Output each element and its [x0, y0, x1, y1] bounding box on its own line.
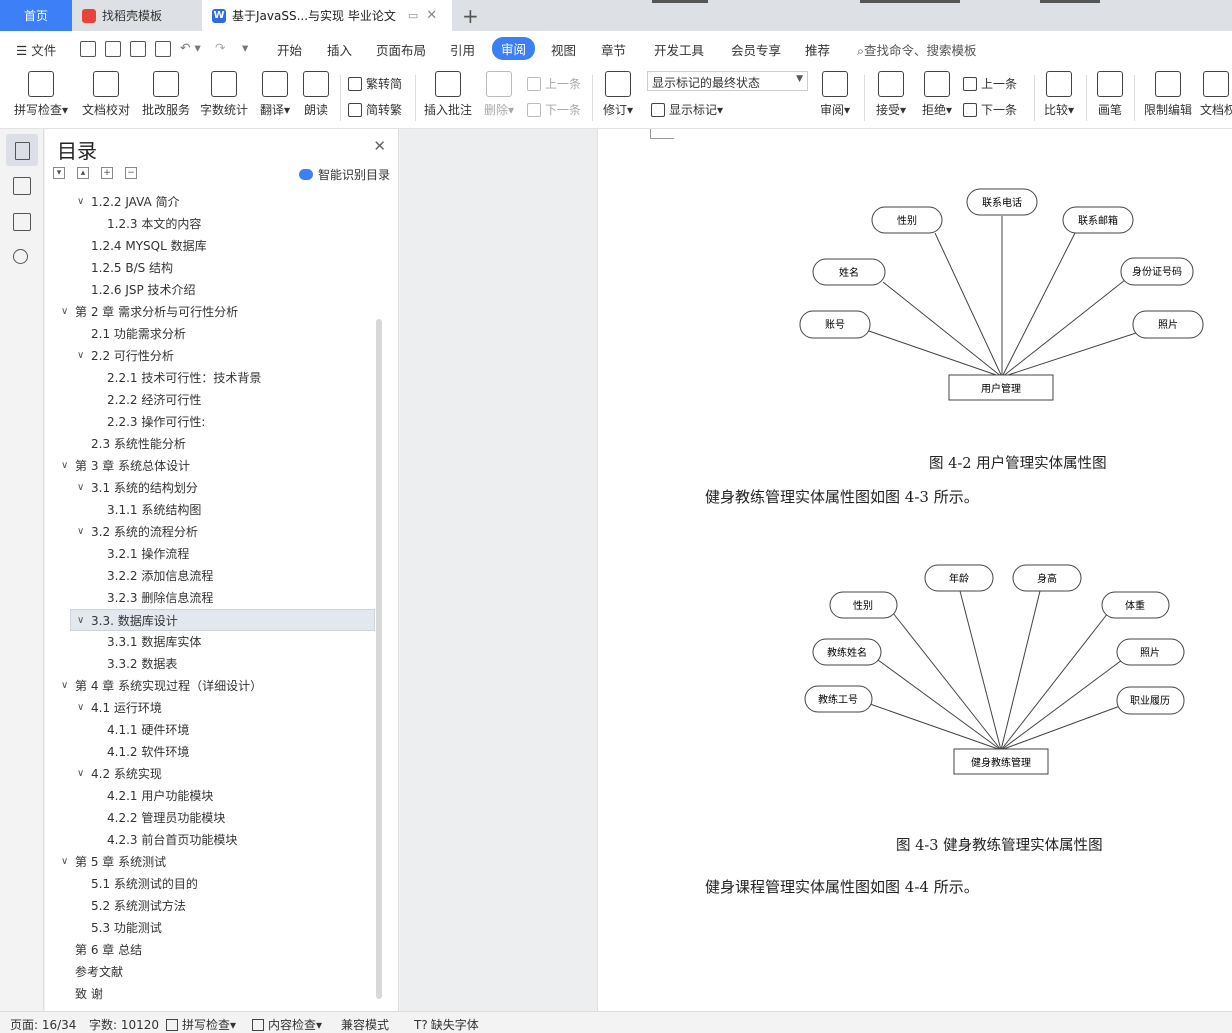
- body-paragraph: 健身教练管理实体属性图如图 4-3 所示。: [705, 488, 979, 506]
- er-attr: 性别: [871, 206, 943, 234]
- er-attr: 账号: [799, 310, 871, 339]
- status-bar: 页面: 16/34 字数: 10120 拼写检查 ▾ 内容检查 ▾ 兼容模式 T? 缺…: [0, 1011, 1232, 1033]
- missing-font[interactable]: T? 缺失字体: [414, 1016, 479, 1033]
- er-attr: 照片: [1132, 310, 1204, 339]
- er-attr-label: 身份证号码: [1132, 265, 1182, 278]
- er-attr-label: 体重: [1125, 599, 1145, 612]
- er-diagram-coach: 年龄 身高 性别 体重 教练姓名 照片 教练工号 职业履历 健身教练管理: [804, 564, 1185, 775]
- body-paragraph: 健身课程管理实体属性图如图 4-4 所示。: [705, 878, 979, 896]
- er-entity-label: 用户管理: [981, 382, 1021, 395]
- er-diagram-user: 联系电话 性别 联系邮箱 姓名 身份证号码 账号 照片 用户管理: [799, 188, 1204, 401]
- missing-font-label: 缺失字体: [430, 1018, 479, 1032]
- er-attr: 姓名: [812, 258, 886, 286]
- status-spellcheck-label: 拼写检查: [182, 1018, 231, 1032]
- spellcheck-icon: [166, 1018, 178, 1031]
- er-attr: 体重: [1101, 591, 1170, 619]
- er-attr: 照片: [1116, 638, 1185, 666]
- er-entity: 用户管理: [948, 374, 1054, 401]
- word-count[interactable]: 字数: 10120: [89, 1016, 159, 1033]
- page-indicator[interactable]: 页面: 16/34: [10, 1016, 76, 1033]
- er-attr: 教练姓名: [812, 638, 882, 666]
- er-attr: 年龄: [924, 564, 994, 592]
- er-attr-label: 账号: [825, 319, 845, 331]
- er-attr-label: 联系电话: [982, 196, 1022, 209]
- er-attr: 职业履历: [1116, 686, 1185, 715]
- er-attr-label: 性别: [853, 599, 873, 612]
- er-entity: 健身教练管理: [953, 748, 1049, 775]
- status-content-check[interactable]: 内容检查 ▾: [252, 1016, 322, 1033]
- font-icon: T?: [414, 1017, 428, 1032]
- er-attr-label: 年龄: [949, 572, 969, 585]
- er-attr: 身高: [1012, 564, 1082, 592]
- er-attr-label: 教练工号: [818, 693, 858, 706]
- er-attr-label: 照片: [1158, 318, 1178, 331]
- er-attr-label: 照片: [1140, 646, 1160, 659]
- er-attr-label: 姓名: [839, 266, 859, 279]
- er-attr-label: 教练姓名: [827, 646, 867, 659]
- status-spellcheck[interactable]: 拼写检查 ▾: [166, 1016, 236, 1033]
- er-attr: 联系邮箱: [1062, 206, 1134, 234]
- er-attr-label: 身高: [1037, 572, 1057, 585]
- er-attr: 性别: [829, 591, 898, 619]
- figure-caption-4-3: 图 4-3 健身教练管理实体属性图: [896, 838, 1103, 854]
- figure-caption-4-2: 图 4-2 用户管理实体属性图: [929, 456, 1107, 472]
- er-diagrams: 联系电话 性别 联系邮箱 姓名 身份证号码 账号 照片 用户管理 年龄 身高 性…: [799, 188, 1204, 775]
- er-entity-label: 健身教练管理: [971, 756, 1031, 769]
- status-content-check-label: 内容检查: [268, 1018, 317, 1032]
- er-attr-label: 联系邮箱: [1078, 214, 1118, 227]
- er-attr-label: 性别: [897, 214, 917, 227]
- er-attr: 教练工号: [804, 685, 873, 713]
- er-attr: 身份证号码: [1120, 257, 1194, 286]
- content-check-icon: [252, 1018, 264, 1031]
- compat-mode: 兼容模式: [341, 1018, 390, 1032]
- er-attr-label: 职业履历: [1130, 695, 1170, 707]
- er-attr: 联系电话: [966, 188, 1038, 216]
